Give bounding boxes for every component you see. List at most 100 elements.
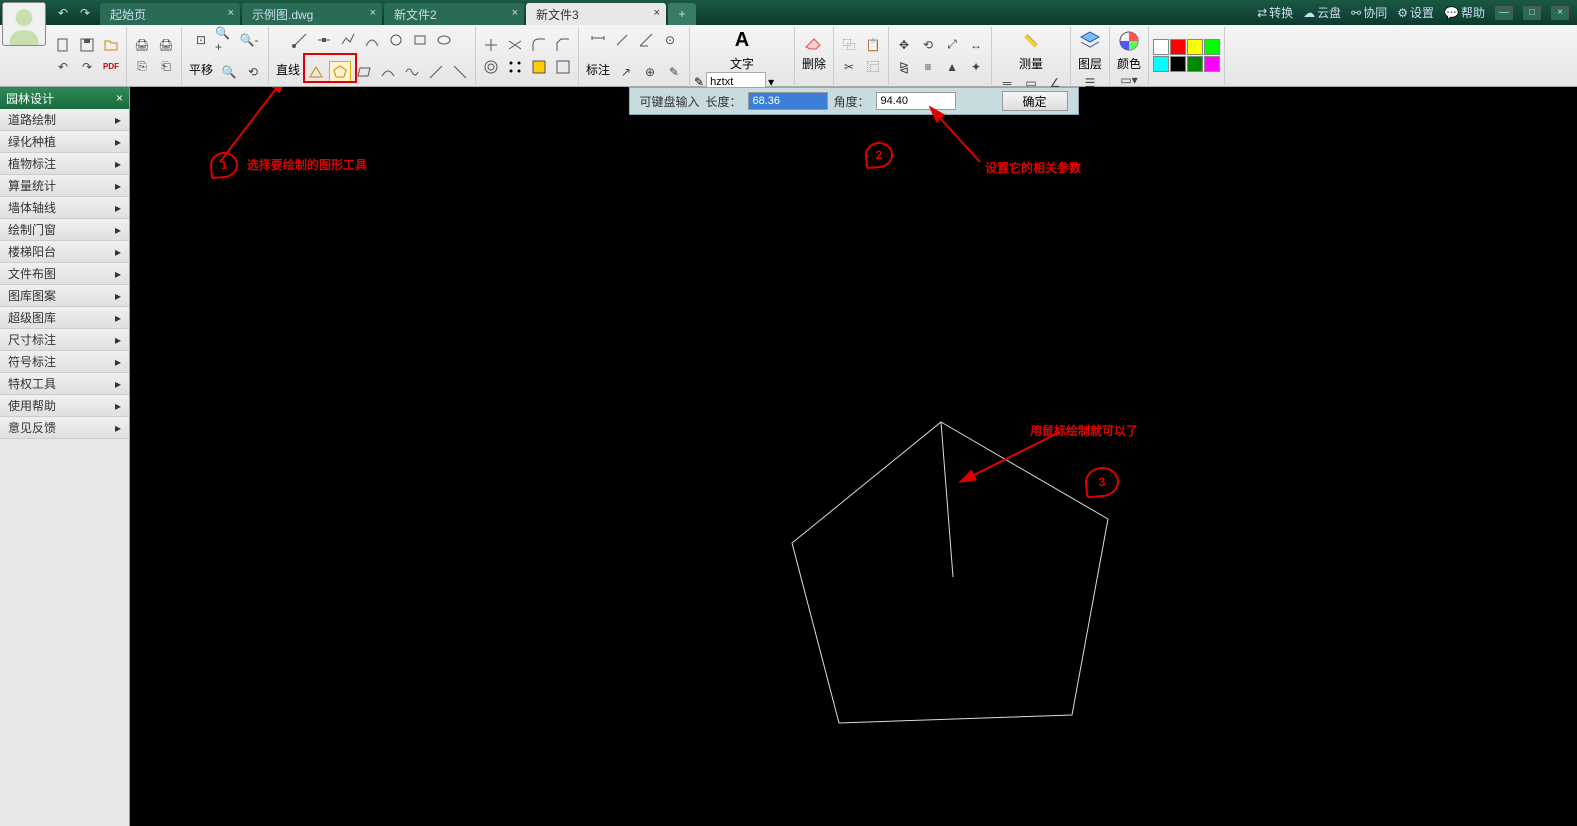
color-red[interactable] [1170,39,1186,55]
print-preview-button[interactable]: 🖨 [155,34,177,56]
triangle-button[interactable] [305,61,327,83]
zoom-in-button[interactable]: 🔍+ [214,29,236,51]
save-button[interactable] [76,34,98,56]
color-dropdown[interactable]: ▭▾ [1118,72,1140,88]
new-tab-button[interactable]: + [668,3,696,25]
redo-button[interactable]: ↷ [76,56,98,78]
annotation-tool[interactable]: 标注 [583,61,613,83]
fillet-button[interactable] [528,34,550,56]
mirror-button[interactable]: ⧎ [893,56,915,78]
move-button[interactable]: ✥ [893,34,915,56]
sidebar-item-dim[interactable]: 尺寸标注▸ [0,329,129,351]
ray-button[interactable] [425,61,447,83]
color-tool[interactable]: 颜色 [1114,29,1144,72]
color-darkgreen[interactable] [1187,56,1203,72]
help-button[interactable]: 💬 帮助 [1444,4,1485,21]
extend-button[interactable] [504,34,526,56]
scale-button[interactable]: ⤢ [941,34,963,56]
chamfer-button[interactable] [552,34,574,56]
array-button[interactable] [504,56,526,78]
sidebar-item-wall[interactable]: 墙体轴线▸ [0,197,129,219]
copy-button[interactable]: ⿻ [838,34,860,56]
zoom-window-button[interactable]: 🔍 [218,61,240,83]
close-icon[interactable]: × [116,91,123,105]
angle-input[interactable] [876,92,956,110]
color-green[interactable] [1204,39,1220,55]
stretch-button[interactable]: ↔ [965,34,987,56]
pdf-button[interactable]: PDF [100,56,122,78]
undo-button[interactable]: ↶ [52,56,74,78]
trim-button[interactable] [480,34,502,56]
mirror2-button[interactable]: ▲ [941,56,963,78]
sidebar-item-library[interactable]: 图库图案▸ [0,285,129,307]
settings-button[interactable]: ⚙ 设置 [1397,4,1434,21]
sidebar-item-stair[interactable]: 楼梯阳台▸ [0,241,129,263]
sidebar-item-road[interactable]: 道路绘制▸ [0,109,129,131]
rotate-button[interactable]: ⟲ [917,34,939,56]
redo-button[interactable]: ↷ [76,4,94,22]
tab-example[interactable]: 示例图.dwg× [242,3,382,25]
hatch-button[interactable] [528,56,550,78]
collab-button[interactable]: ⚯ 协同 [1351,4,1387,21]
sidebar-item-plant[interactable]: 植物标注▸ [0,153,129,175]
match-button[interactable]: ⿸ [862,56,884,78]
polyline-button[interactable] [337,29,359,51]
paste-button[interactable]: 📋 [862,34,884,56]
line-tool[interactable]: 直线 [273,61,303,83]
parallelogram-button[interactable] [353,61,375,83]
cut-button[interactable]: ✂ [838,56,860,78]
minimize-button[interactable]: — [1495,6,1513,20]
sidebar-item-superlib[interactable]: 超级图库▸ [0,307,129,329]
delete-tool[interactable]: 删除 [799,29,829,72]
close-icon[interactable]: × [228,7,234,19]
sidebar-item-green[interactable]: 绿化种植▸ [0,131,129,153]
color-cyan[interactable] [1153,56,1169,72]
dim-angular-button[interactable] [635,29,657,51]
sidebar-item-layout[interactable]: 文件布图▸ [0,263,129,285]
snap-midpoint-button[interactable] [313,29,335,51]
close-button[interactable]: × [1551,6,1569,20]
drawing-canvas[interactable]: 可键盘输入 长度： 角度： 确定 1 选择要绘制的图形工具 2 设置它的相关参数 [130,87,1577,826]
rectangle-button[interactable] [409,29,431,51]
align-button[interactable]: ≡ [917,56,939,78]
tab-file3[interactable]: 新文件3× [526,3,666,25]
dim-aligned-button[interactable] [611,29,633,51]
import-button[interactable]: ⎗ [155,56,177,78]
sidebar-item-symbol[interactable]: 符号标注▸ [0,351,129,373]
spline-button[interactable] [401,61,423,83]
close-icon[interactable]: × [654,7,660,19]
print-button[interactable]: 🖨 [131,34,153,56]
arc2-button[interactable] [377,61,399,83]
circle-button[interactable] [385,29,407,51]
color-white[interactable] [1153,39,1169,55]
measure-tool[interactable]: 📏 测量 [1016,29,1046,72]
sidebar-item-help[interactable]: 使用帮助▸ [0,395,129,417]
close-icon[interactable]: × [512,7,518,19]
dim-radius-button[interactable]: ⊙ [659,29,681,51]
pan-tool[interactable]: 平移 [186,61,216,83]
tab-start[interactable]: 起始页× [100,3,240,25]
explode-button[interactable]: ✦ [965,56,987,78]
user-avatar[interactable] [2,2,46,46]
zoom-realtime-button[interactable]: ⟲ [242,61,264,83]
layer-tool[interactable]: 图层 [1075,29,1105,72]
length-input[interactable] [748,92,828,110]
new-file-button[interactable] [52,34,74,56]
sidebar-item-feedback[interactable]: 意见反馈▸ [0,417,129,439]
xline-button[interactable] [449,61,471,83]
cloud-button[interactable]: ☁ 云盘 [1303,4,1341,21]
snap-endpoint-button[interactable] [289,29,311,51]
offset-button[interactable] [480,56,502,78]
color-magenta[interactable] [1204,56,1220,72]
color-yellow[interactable] [1187,39,1203,55]
color-black[interactable] [1170,56,1186,72]
confirm-button[interactable]: 确定 [1002,91,1068,111]
open-button[interactable] [100,34,122,56]
polygon-button[interactable] [329,61,351,83]
sidebar-item-calc[interactable]: 算量统计▸ [0,175,129,197]
undo-button[interactable]: ↶ [54,4,72,22]
sidebar-item-door[interactable]: 绘制门窗▸ [0,219,129,241]
dim-linear-button[interactable] [587,29,609,51]
close-icon[interactable]: × [370,7,376,19]
export-button[interactable]: ⎘ [131,56,153,78]
